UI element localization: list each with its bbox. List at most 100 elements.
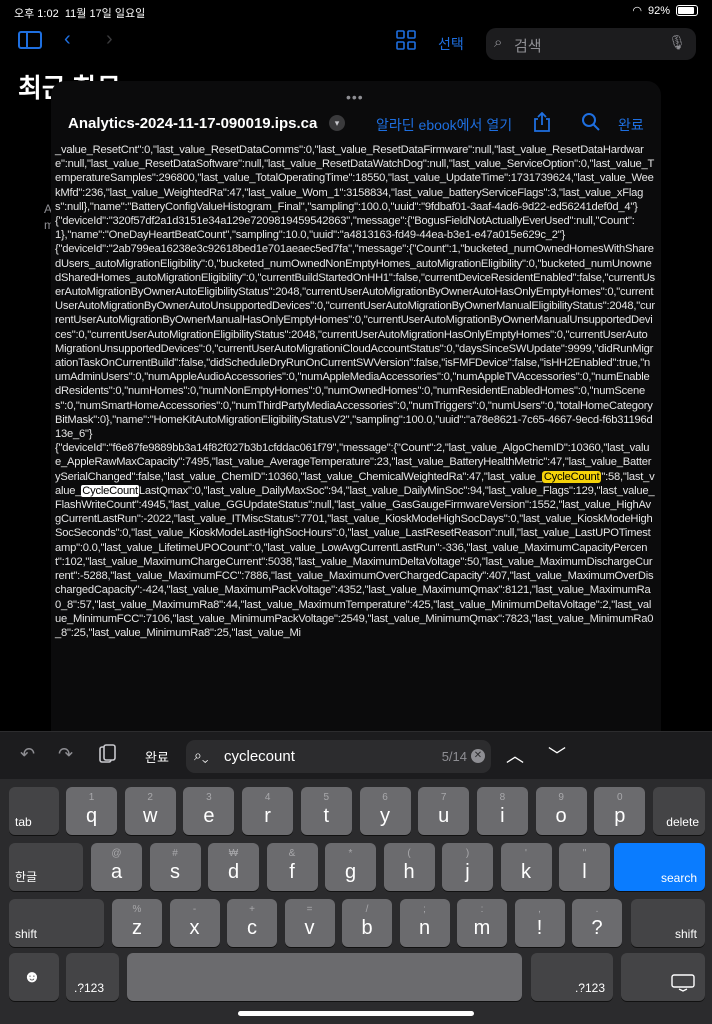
back-chevron-icon[interactable]: ‹	[64, 28, 71, 51]
key-label: w	[142, 805, 158, 827]
key-2[interactable]: + c	[227, 899, 277, 947]
key-secondary-label: 2	[147, 792, 153, 803]
key-0[interactable]: % z	[112, 899, 162, 947]
key-3[interactable]: & f	[266, 843, 318, 891]
sidebar-toggle-icon[interactable]	[18, 30, 42, 56]
shift-key-left[interactable]: shift	[9, 899, 104, 947]
key-6[interactable]: 7u	[418, 787, 470, 835]
key-5[interactable]: 6y	[359, 787, 411, 835]
key-secondary-label: 7	[440, 792, 447, 803]
clipboard-icon[interactable]	[98, 744, 116, 769]
file-title[interactable]: Analytics-2024-11-17-090019.ips.ca	[68, 115, 317, 132]
open-in-button[interactable]: 알라딘 ebook에서 열기	[376, 115, 512, 135]
key-secondary-label: :	[480, 904, 484, 915]
select-button[interactable]: 선택	[438, 34, 464, 54]
find-bar: ↶ ↷ 완료 ⌕⌄ cyclecount 5/14 ✕ ︿ ﹀	[0, 731, 712, 779]
key-2[interactable]: ₩ d	[208, 843, 259, 891]
key-0[interactable]: @ a	[91, 843, 142, 891]
log-text-part: LastQmax":0,"last_value_DailyMaxSoc":94,…	[55, 484, 655, 639]
key-label: a	[110, 861, 123, 883]
share-icon[interactable]	[533, 111, 551, 132]
key-secondary-label: @	[111, 848, 122, 859]
language-key[interactable]: 한글	[9, 843, 83, 891]
chevron-down-icon[interactable]: ▾	[329, 115, 345, 131]
key-1[interactable]: -x	[169, 899, 220, 947]
find-query[interactable]: cyclecount	[224, 748, 295, 765]
microphone-icon[interactable]: 🎙	[668, 34, 686, 51]
keyboard-hide-icon	[671, 974, 695, 995]
key-9[interactable]: 0p	[594, 787, 646, 835]
battery-percent: 92%	[647, 4, 670, 17]
on-screen-keyboard: tab delete 한글 search shift shift ☻ .?123…	[0, 779, 712, 1024]
dismiss-keyboard-key[interactable]	[621, 953, 705, 1001]
find-in-page-icon[interactable]	[581, 112, 600, 136]
key-secondary-label: /	[365, 904, 369, 915]
numbers-key-left[interactable]: .?123	[66, 953, 119, 1001]
key-secondary-label: +	[249, 904, 255, 915]
key-4[interactable]: 5t	[300, 787, 352, 835]
key-secondary-label: 9	[558, 792, 564, 803]
tab-key[interactable]: tab	[9, 787, 59, 835]
search-placeholder: 검색	[514, 38, 542, 55]
key-secondary-label: ₩	[228, 848, 239, 859]
file-preview-sheet: ••• Analytics-2024-11-17-090019.ips.ca ▾…	[51, 81, 661, 741]
search-match-highlight: CycleCount	[541, 470, 602, 483]
key-label: t	[323, 805, 330, 827]
key-4[interactable]: * g	[325, 843, 376, 891]
home-indicator[interactable]	[238, 1011, 474, 1016]
key-secondary-label: #	[172, 848, 178, 859]
key-secondary-label: ;	[423, 904, 426, 915]
key-7[interactable]: ' k	[500, 843, 552, 891]
key-5[interactable]: ; n	[399, 899, 450, 947]
key-8[interactable]: 9o	[535, 787, 587, 835]
key-4[interactable]: / b	[342, 899, 392, 947]
previous-match-icon[interactable]: ︿	[506, 742, 524, 768]
key-secondary-label: 0	[617, 792, 623, 803]
status-right: ◠ 92%	[632, 4, 698, 17]
key-label: y	[380, 805, 390, 827]
key-secondary-label: =	[306, 904, 313, 915]
next-match-icon[interactable]: ﹀	[548, 742, 566, 768]
clear-icon[interactable]: ✕	[471, 749, 485, 763]
key-3[interactable]: 4r	[242, 787, 294, 835]
key-label: !	[536, 917, 543, 939]
key-8[interactable]: " l	[559, 843, 610, 891]
key-6[interactable]: :m	[457, 899, 507, 947]
forward-chevron-icon[interactable]: ›	[106, 28, 113, 51]
find-input[interactable]: ⌕⌄ cyclecount 5/14 ✕	[186, 740, 491, 773]
key-0[interactable]: 1q	[66, 787, 117, 835]
key-secondary-label: %	[132, 904, 142, 915]
redo-icon[interactable]: ↷	[58, 744, 73, 765]
key-8[interactable]: .?	[572, 899, 622, 947]
key-secondary-label: 5	[323, 792, 330, 803]
find-done-button[interactable]: 완료	[145, 747, 169, 766]
delete-key[interactable]: delete	[653, 787, 705, 835]
undo-icon[interactable]: ↶	[20, 744, 35, 765]
key-3[interactable]: = v	[284, 899, 335, 947]
key-2[interactable]: 3e	[183, 787, 235, 835]
key-label: u	[438, 805, 450, 827]
log-text-part: _value_ResetCnt":0,"last_value_ResetData…	[55, 144, 655, 483]
key-label: r	[264, 805, 271, 827]
key-secondary-label: -	[192, 904, 197, 915]
status-bar: 오후 1:02 11월 17일 일요일 ◠ 92%	[0, 0, 712, 24]
shift-key-right[interactable]: shift	[631, 899, 705, 947]
sheet-grabber-icon[interactable]: •••	[346, 89, 364, 105]
done-button[interactable]: 완료	[618, 115, 644, 135]
key-7[interactable]: 8i	[476, 787, 528, 835]
space-bar[interactable]	[127, 953, 522, 1001]
key-5[interactable]: (h	[383, 843, 435, 891]
key-label: ?	[591, 917, 603, 939]
numbers-key-right[interactable]: .?123	[531, 953, 613, 1001]
key-1[interactable]: # s	[149, 843, 201, 891]
emoji-key[interactable]: ☻	[9, 953, 59, 1001]
files-search-field[interactable]: ⌕ 검색 🎙	[486, 28, 696, 60]
search-key[interactable]: search	[614, 843, 705, 891]
search-options-icon[interactable]: ⌕⌄	[194, 747, 208, 764]
grid-view-icon[interactable]	[396, 30, 416, 56]
key-6[interactable]: ) j	[442, 843, 493, 891]
key-1[interactable]: 2w	[124, 787, 176, 835]
key-label: s	[170, 861, 180, 883]
key-label: j	[465, 861, 470, 883]
key-7[interactable]: ,!	[514, 899, 565, 947]
